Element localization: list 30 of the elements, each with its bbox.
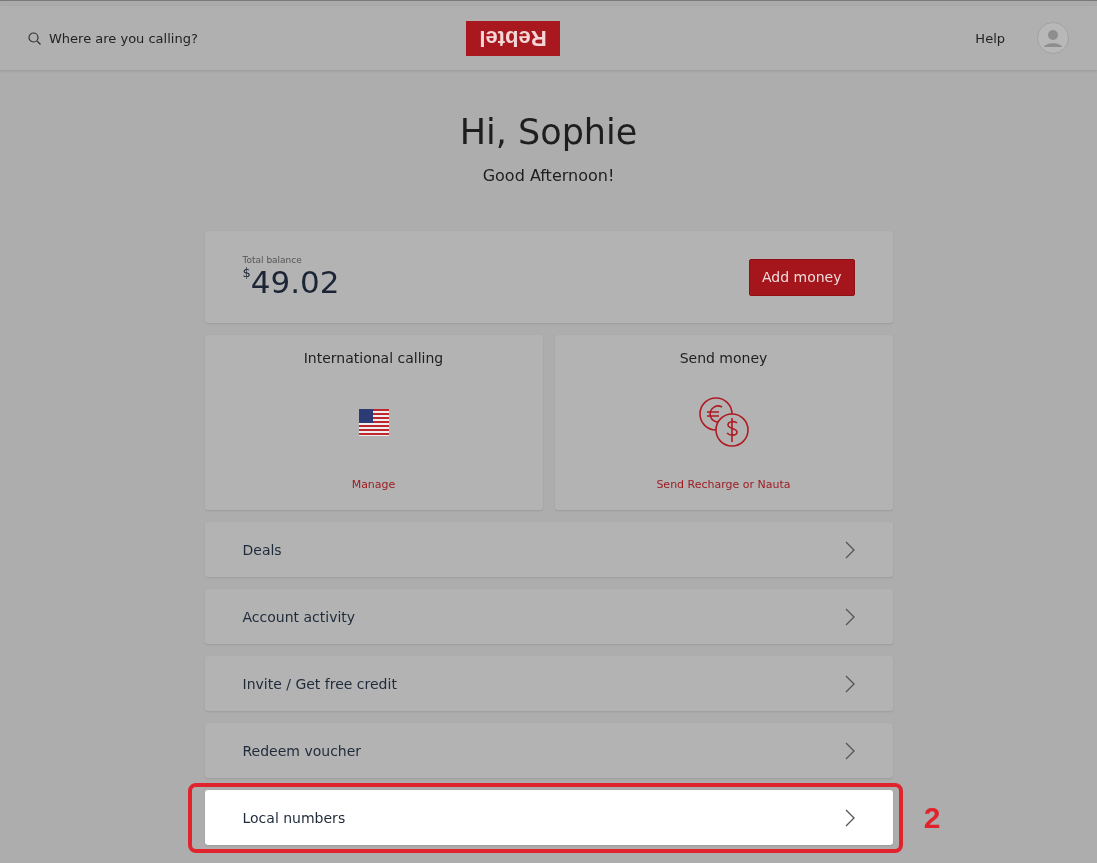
balance-label: Total balance bbox=[242, 255, 303, 265]
flag-icon bbox=[358, 408, 389, 436]
balance-amount: 49.02 bbox=[250, 265, 340, 299]
chevron-icon bbox=[844, 808, 855, 827]
add-money-button[interactable]: Add money bbox=[748, 258, 855, 296]
card-link[interactable]: Send Recharge or Nauta bbox=[656, 478, 791, 491]
chevron-icon bbox=[844, 540, 855, 559]
search-field[interactable]: Where are you calling? bbox=[28, 30, 328, 46]
service-card[interactable]: Send money Send Recharge or Nauta bbox=[554, 335, 893, 510]
chevron-icon bbox=[844, 741, 855, 760]
menu-row[interactable]: Local numbers bbox=[204, 790, 893, 845]
card-link[interactable]: Manage bbox=[351, 478, 396, 491]
chevron-icon bbox=[844, 674, 855, 693]
search-icon bbox=[28, 31, 41, 45]
service-card[interactable]: International calling Manage bbox=[204, 335, 543, 510]
menu-row[interactable]: Redeem voucher bbox=[204, 723, 893, 778]
help-link[interactable]: Help bbox=[975, 30, 1005, 46]
chevron-icon bbox=[844, 607, 855, 626]
card-title: International calling bbox=[303, 350, 444, 366]
menu-row[interactable]: Deals bbox=[204, 522, 893, 577]
greeting-title: Hi, Sophie bbox=[459, 111, 638, 154]
menu-row[interactable]: Invite / Get free credit bbox=[204, 656, 893, 711]
greeting-subtitle: Good Afternoon! bbox=[482, 166, 615, 185]
card-title: Send money bbox=[679, 350, 768, 366]
annotation-number: 2 bbox=[923, 799, 941, 836]
logo[interactable]: Rebtel bbox=[466, 21, 560, 56]
menu-row[interactable]: Account activity bbox=[204, 589, 893, 644]
coins-icon bbox=[696, 396, 751, 448]
currency-symbol: $ bbox=[242, 265, 251, 281]
avatar-icon[interactable] bbox=[1037, 22, 1069, 54]
